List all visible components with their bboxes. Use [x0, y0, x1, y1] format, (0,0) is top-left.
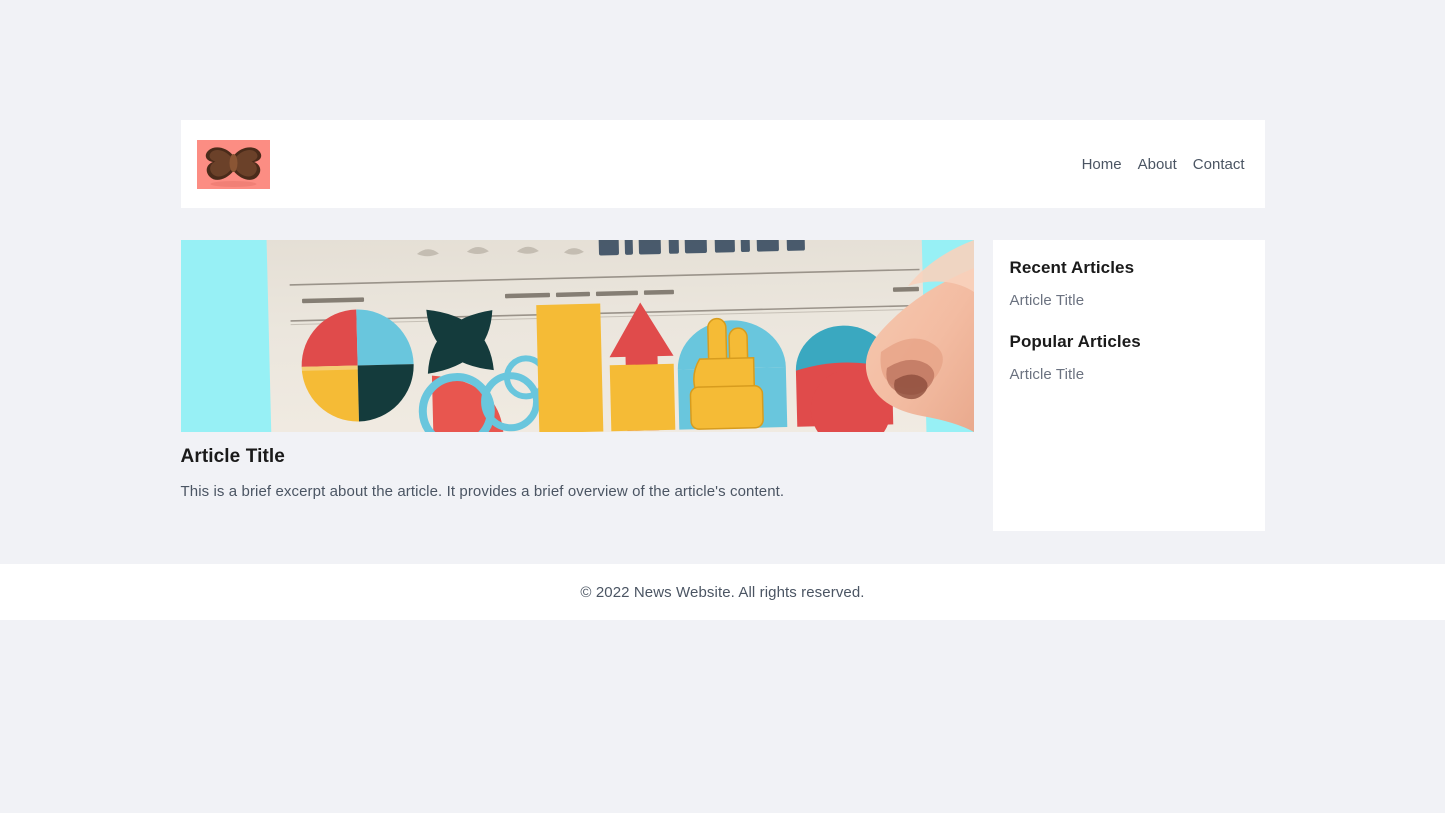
nav-link-contact[interactable]: Contact: [1193, 157, 1245, 172]
page-container: Home About Contact Article Title This is…: [180, 120, 1265, 531]
featured-article-image: [180, 240, 974, 432]
main-navigation: Home About Contact: [1082, 157, 1249, 172]
featured-article-card[interactable]: Article Title This is a brief excerpt ab…: [180, 240, 974, 503]
site-footer: © 2022 News Website. All rights reserved…: [0, 564, 1445, 620]
nav-link-about[interactable]: About: [1138, 157, 1177, 172]
sidebar-link-recent-article-1[interactable]: Article Title: [1010, 292, 1085, 309]
featured-article-title: Article Title: [180, 446, 285, 467]
site-header: Home About Contact: [180, 120, 1265, 208]
sidebar-link-popular-article-1[interactable]: Article Title: [1010, 366, 1085, 383]
sidebar-heading-recent-articles: Recent Articles: [1009, 258, 1135, 277]
list-item: Article Title: [1010, 292, 1248, 310]
nav-link-home[interactable]: Home: [1082, 157, 1122, 172]
content-row: Article Title This is a brief excerpt ab…: [180, 240, 1265, 531]
sidebar-list-popular-articles: Article Title: [1010, 366, 1248, 384]
list-item: Article Title: [1010, 366, 1248, 384]
featured-article-excerpt: This is a brief excerpt about the articl…: [180, 482, 785, 500]
butterfly-logo-icon: [196, 139, 270, 189]
site-logo-link[interactable]: [196, 139, 270, 189]
main-content-column: Article Title This is a brief excerpt ab…: [180, 240, 974, 503]
sidebar-list-recent-articles: Article Title: [1010, 292, 1248, 310]
sidebar-heading-popular-articles: Popular Articles: [1009, 332, 1141, 352]
page-root: Home About Contact Article Title This is…: [0, 0, 1445, 813]
sidebar: Recent Articles Article Title Popular Ar…: [992, 240, 1265, 531]
footer-copyright: © 2022 News Website. All rights reserved…: [580, 583, 865, 601]
